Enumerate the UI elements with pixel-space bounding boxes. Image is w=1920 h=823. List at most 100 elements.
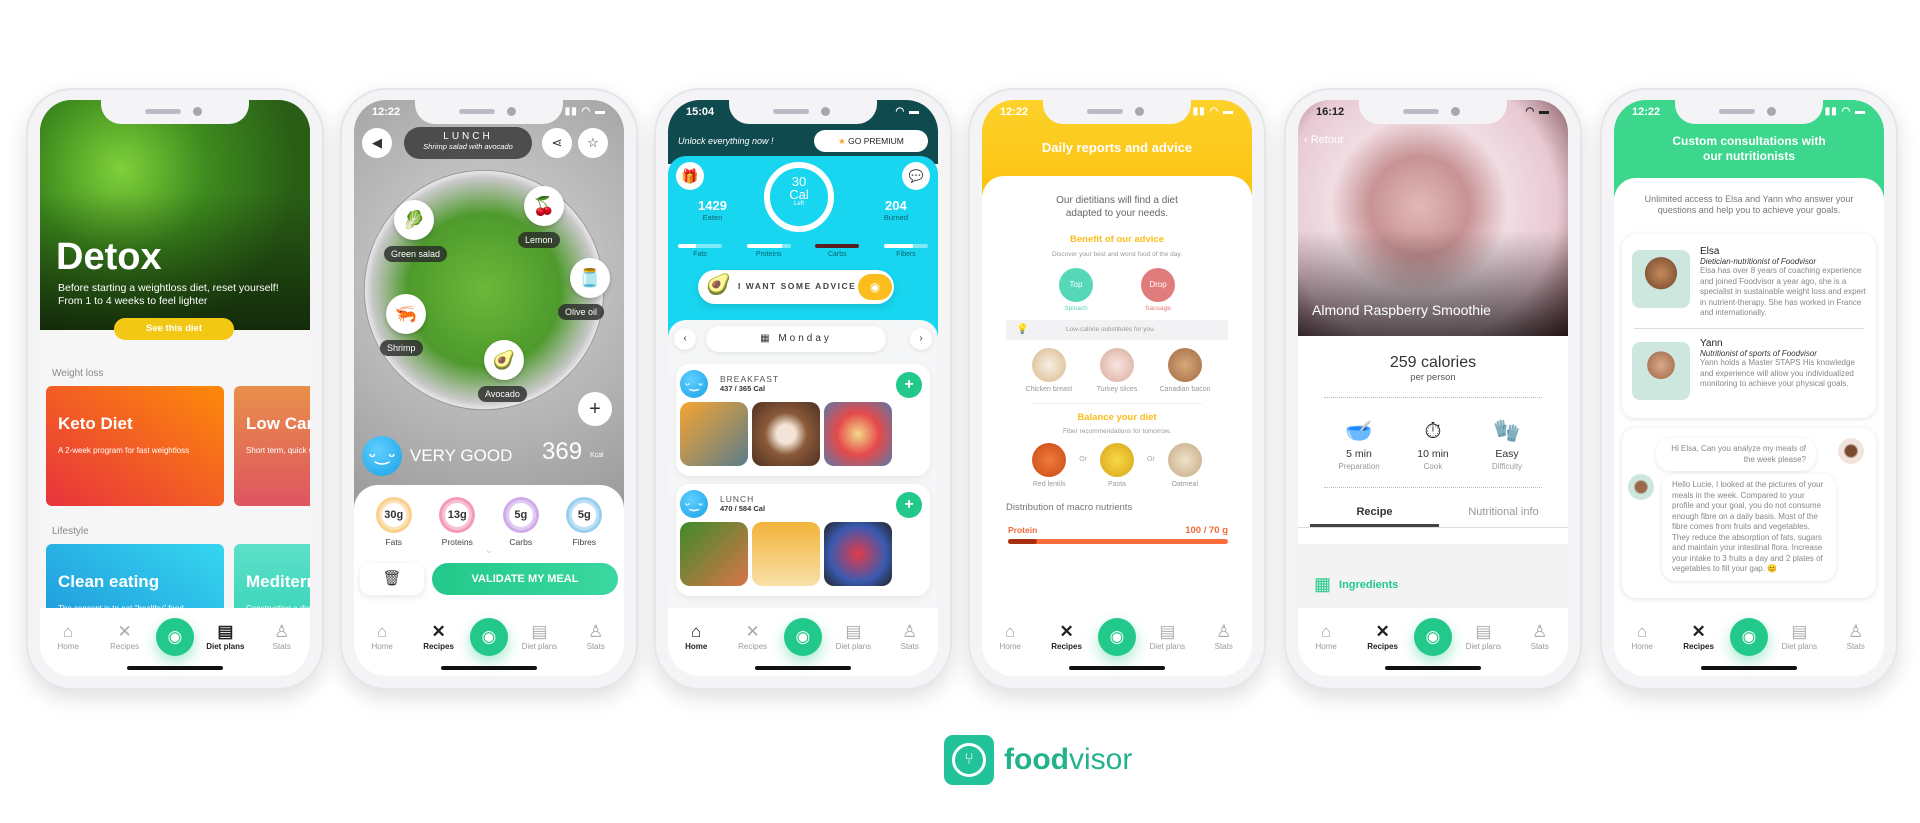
- tab-home[interactable]: ⌂ Home: [43, 622, 93, 651]
- tab-diet-plans[interactable]: ▤ Diet plans: [1774, 622, 1824, 651]
- home-icon: ⌂: [377, 622, 388, 641]
- notch: [101, 100, 249, 124]
- stopwatch-icon: ⏱: [1424, 418, 1442, 443]
- notch: [729, 100, 877, 124]
- add-food-button[interactable]: +: [896, 372, 922, 398]
- macro-bar-label: Carbs: [827, 251, 847, 258]
- camera-button[interactable]: ◉: [155, 618, 194, 656]
- food-photo[interactable]: [752, 522, 820, 586]
- camera-icon: ◉: [795, 627, 811, 646]
- share-button[interactable]: ⋖: [542, 128, 572, 158]
- divider: [1634, 328, 1864, 329]
- tab-stats[interactable]: ♙ Stats: [1515, 622, 1565, 651]
- macro-fibres: 5g Fibres: [566, 497, 603, 547]
- delete-meal-button[interactable]: 🗑: [360, 563, 424, 595]
- brand-name: foodvisor: [1004, 743, 1133, 776]
- chevron-right-icon: ›: [919, 333, 923, 344]
- gift-button[interactable]: 🎁: [676, 162, 704, 190]
- meal-card-breakfast[interactable]: ᵕ‿ᵕ BREAKFAST 437 / 365 Cal +: [676, 364, 930, 476]
- drop-food[interactable]: Drop Sausage: [1141, 268, 1175, 312]
- fiber-item[interactable]: Pasta: [1087, 443, 1147, 488]
- diet-card-low-carb[interactable]: Low Carb Short term, quick weight loss.: [234, 386, 310, 506]
- tab-stats[interactable]: ♙ Stats: [1199, 622, 1249, 651]
- macro-bar-fibers: Fibers: [883, 244, 928, 258]
- add-food-button[interactable]: +: [896, 492, 922, 518]
- previous-day-button[interactable]: ‹: [674, 328, 696, 350]
- status-time: 12:22: [372, 106, 401, 118]
- macro-bar-fats: Fats: [678, 244, 722, 258]
- tab-recipes[interactable]: ✕ Recipes: [414, 622, 464, 651]
- back-button[interactable]: ◀: [362, 128, 392, 158]
- validate-meal-button[interactable]: VALIDATE MY MEAL: [432, 563, 618, 595]
- food-photo[interactable]: [752, 402, 820, 466]
- advice-button[interactable]: 🥑 I WANT SOME ADVICE ◉: [698, 270, 894, 304]
- meal-selector[interactable]: LUNCH Shrimp salad with avocado: [404, 127, 532, 159]
- diet-card-keto[interactable]: Keto Diet A 2-week program for fast weig…: [46, 386, 224, 506]
- tab-recipes[interactable]: ✕ Recipes: [1674, 622, 1724, 651]
- tab-diet-plans[interactable]: ▤ Diet plans: [1458, 622, 1508, 651]
- tab-recipes[interactable]: ✕ Recipes: [100, 622, 150, 651]
- back-button[interactable]: ‹ Retour: [1304, 134, 1344, 146]
- tab-recipe[interactable]: Recipe: [1310, 506, 1439, 527]
- ingredient-lemon[interactable]: 🍒 Lemon: [518, 186, 564, 248]
- food-photo[interactable]: [680, 522, 748, 586]
- tab-home[interactable]: ⌂ Home: [1301, 622, 1351, 651]
- notch: [1043, 100, 1191, 124]
- tab-diet-plans[interactable]: ▤ Diet plans: [200, 622, 250, 651]
- phone-home-dashboard: 15:04 ◠ ▬ Unlock everything now ! ★ GO PR…: [654, 88, 952, 690]
- tab-diet-plans[interactable]: ▤ Diet plans: [828, 622, 878, 651]
- add-ingredient-button[interactable]: +: [578, 392, 612, 426]
- tab-home[interactable]: ⌂ Home: [357, 622, 407, 651]
- meal-label: LUNCH: [443, 131, 493, 142]
- tab-stats[interactable]: ♙ Stats: [257, 622, 307, 651]
- ingredient-shrimp[interactable]: 🦐 Shrimp: [380, 294, 426, 356]
- tab-home[interactable]: ⌂ Home: [1617, 622, 1667, 651]
- favorite-button[interactable]: ☆: [578, 128, 608, 158]
- avocado-mascot-icon: 🥑: [706, 274, 731, 296]
- food-photo[interactable]: [824, 522, 892, 586]
- meal-card-lunch[interactable]: ᵕ‿ᵕ LUNCH 470 / 584 Cal +: [676, 484, 930, 596]
- top-food[interactable]: Top Spinach: [1059, 268, 1093, 312]
- camera-button[interactable]: ◉: [469, 618, 508, 656]
- header-title: Daily reports and advice: [1041, 140, 1193, 155]
- fork-knife-icon: ✕: [1375, 622, 1390, 641]
- share-icon: ⋖: [551, 135, 563, 150]
- substitute-item[interactable]: Turkey slices: [1087, 348, 1147, 393]
- chat-button[interactable]: 💬: [902, 162, 930, 190]
- ingredient-olive-oil[interactable]: 🫙 Olive oil: [558, 258, 610, 320]
- consultations-body: Unlimited access to Elsa and Yann who an…: [1614, 178, 1884, 676]
- day-selector[interactable]: ▦ Monday: [706, 326, 886, 352]
- tab-stats[interactable]: ♙ Stats: [1831, 622, 1881, 651]
- camera-button[interactable]: ◉: [1413, 618, 1452, 656]
- camera-button[interactable]: ◉: [1097, 618, 1136, 656]
- see-this-diet-button[interactable]: See this diet: [114, 318, 234, 340]
- tab-recipes[interactable]: ✕ Recipes: [1358, 622, 1408, 651]
- tab-recipes[interactable]: ✕ Recipes: [728, 622, 778, 651]
- tab-recipes[interactable]: ✕ Recipes: [1042, 622, 1092, 651]
- tab-home[interactable]: ⌂ Home: [985, 622, 1035, 651]
- tab-stats[interactable]: ♙ Stats: [885, 622, 935, 651]
- balance-title: Balance your diet: [1077, 412, 1157, 423]
- tab-diet-plans[interactable]: ▤ Diet plans: [1142, 622, 1192, 651]
- camera-icon: ◉: [167, 627, 183, 646]
- camera-button[interactable]: ◉: [1729, 618, 1768, 656]
- macro-bar-proteins: Proteins: [746, 244, 791, 258]
- substitute-item[interactable]: Chicken breast: [1019, 348, 1079, 393]
- next-day-button[interactable]: ›: [910, 328, 932, 350]
- go-premium-button[interactable]: ★ GO PREMIUM: [814, 130, 928, 152]
- fiber-item[interactable]: Oatmeal: [1155, 443, 1215, 488]
- signal-wifi-battery-icon: ▮▮ ◠ ▬: [1192, 106, 1234, 117]
- food-photo[interactable]: [680, 402, 748, 466]
- ingredient-avocado[interactable]: 🥑 Avocado: [478, 340, 527, 402]
- food-photo[interactable]: [824, 402, 892, 466]
- tab-stats[interactable]: ♙ Stats: [571, 622, 621, 651]
- ingredient-green-salad[interactable]: 🥬 Green salad: [384, 200, 448, 262]
- fiber-item[interactable]: Red lentils: [1019, 443, 1079, 488]
- tab-nutritional-info[interactable]: Nutritional info: [1439, 506, 1568, 527]
- tab-home[interactable]: ⌂ Home: [671, 622, 721, 651]
- camera-button[interactable]: ◉: [783, 618, 822, 656]
- distribution-title: Distribution of macro nutrients: [1006, 502, 1133, 513]
- foodvisor-logo: ⑂ foodvisor: [944, 735, 1132, 785]
- tab-diet-plans[interactable]: ▤ Diet plans: [514, 622, 564, 651]
- substitute-item[interactable]: Canadian bacon: [1155, 348, 1215, 393]
